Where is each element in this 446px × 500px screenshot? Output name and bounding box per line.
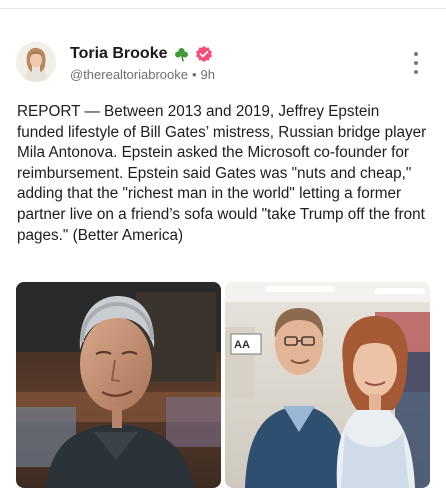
clover-icon	[174, 47, 188, 61]
dot-icon	[414, 61, 418, 65]
name-row: Toria Brooke	[70, 44, 215, 64]
post-text: REPORT — Between 2013 and 2019, Jeffrey …	[17, 103, 427, 244]
dot-icon	[414, 70, 418, 74]
more-options-button[interactable]	[406, 52, 426, 74]
photo-two-people: AA	[225, 282, 430, 488]
meta-row: @therealtoriabrooke • 9h	[70, 67, 215, 82]
media-image-2[interactable]: AA	[225, 282, 430, 488]
meta-separator: •	[191, 67, 197, 82]
display-name[interactable]: Toria Brooke	[70, 45, 168, 63]
media-grid: AA	[16, 282, 430, 488]
timestamp: 9h	[200, 67, 216, 82]
media-image-1[interactable]	[16, 282, 221, 488]
dot-icon	[414, 52, 418, 56]
post-header: Toria Brooke @therealtoriabrooke • 9h	[70, 44, 215, 82]
verified-icon	[195, 45, 212, 63]
handle[interactable]: @therealtoriabrooke	[70, 67, 188, 82]
photo-man-portrait	[16, 282, 221, 488]
avatar-photo	[16, 42, 56, 82]
post-card: Toria Brooke @therealtoriabrooke • 9h RE…	[0, 0, 446, 500]
avatar[interactable]	[16, 42, 56, 82]
sign-text: AA	[234, 339, 250, 351]
